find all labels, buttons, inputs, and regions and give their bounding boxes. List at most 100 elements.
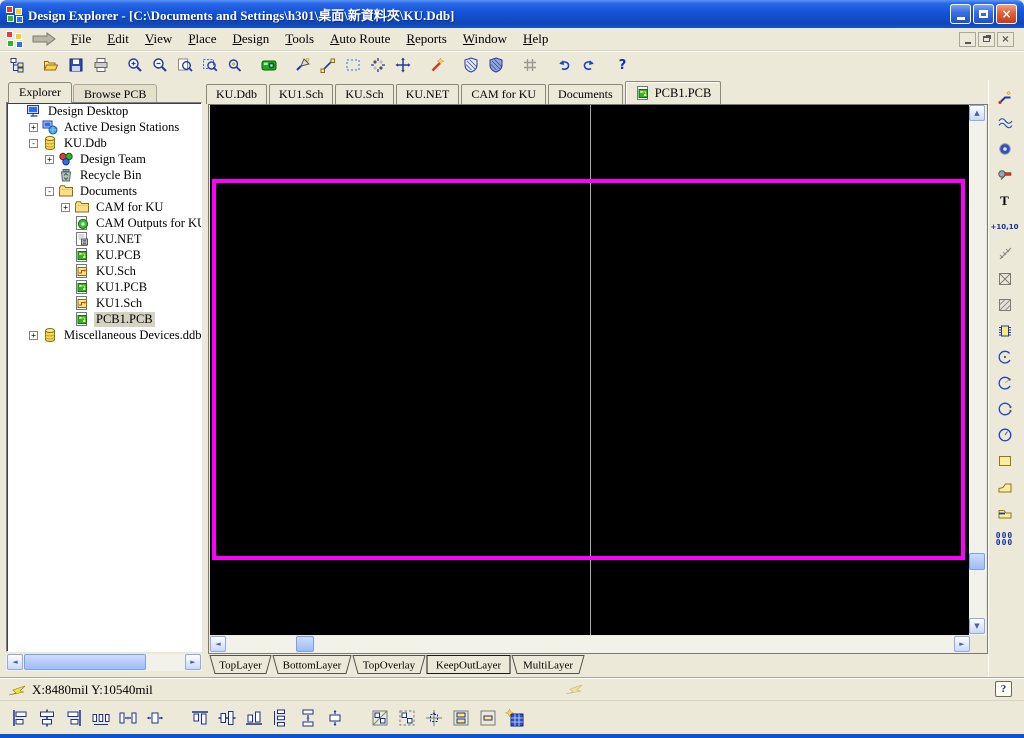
toggle-design-manager-button[interactable]	[5, 54, 28, 76]
polygon-draft-button[interactable]	[459, 54, 482, 76]
help-button[interactable]: ?	[611, 54, 634, 76]
zoom-area-button[interactable]	[198, 54, 221, 76]
explorer-horizontal-scrollbar[interactable]: ◄ ►	[6, 654, 202, 671]
document-tab-ku-ddb[interactable]: KU.Ddb	[206, 84, 267, 104]
menu-help[interactable]: Help	[515, 29, 556, 49]
single-component-placement-button[interactable]	[475, 705, 500, 731]
scroll-left-button[interactable]: ◄	[7, 654, 23, 670]
place-pad-button[interactable]	[992, 163, 1018, 187]
knife-button[interactable]	[291, 54, 314, 76]
open-document-button[interactable]	[39, 54, 62, 76]
place-arc-edge-button[interactable]	[992, 371, 1018, 395]
multiple-traces-button[interactable]	[992, 111, 1018, 135]
menu-window[interactable]: Window	[455, 29, 515, 49]
align-vertical-centers-button[interactable]	[214, 705, 239, 731]
tree-item-design-team[interactable]: + Design Team	[7, 151, 201, 167]
tree-item-active-design-stations[interactable]: + Active Design Stations	[7, 119, 201, 135]
tree-item-design-desktop[interactable]: Design Desktop	[7, 103, 201, 119]
place-dimension-button[interactable]	[992, 241, 1018, 265]
vertical-scrollbar[interactable]: ▲ ▼	[969, 105, 986, 635]
mdi-close-button[interactable]: ×	[997, 31, 1014, 47]
minimize-button[interactable]	[950, 4, 971, 24]
vertical-scroll-thumb[interactable]	[969, 553, 985, 570]
zoom-out-button[interactable]	[148, 54, 171, 76]
collapse-icon[interactable]: -	[29, 138, 38, 148]
tree-item-ku-ddb[interactable]: - KU.Ddb	[7, 135, 201, 151]
layer-tab-bottomlayer[interactable]: BottomLayer	[272, 655, 352, 674]
place-pad-array-button[interactable]: 000 000	[992, 527, 1018, 551]
move-object-button[interactable]	[391, 54, 414, 76]
place-coordinate-button[interactable]: +10,10	[991, 215, 1019, 239]
scroll-up-button[interactable]: ▲	[969, 105, 985, 121]
place-via-button[interactable]	[992, 137, 1018, 161]
tree-item-ku1-sch[interactable]: KU1.Sch	[7, 295, 201, 311]
snap-to-grid-button[interactable]	[421, 705, 446, 731]
select-area-button[interactable]	[341, 54, 364, 76]
expand-icon[interactable]: +	[29, 330, 38, 340]
layer-tab-toplayer[interactable]: TopLayer	[209, 655, 272, 674]
expand-icon[interactable]: +	[61, 202, 70, 212]
decrease-horizontal-spacing-button[interactable]	[115, 705, 140, 731]
zoom-in-button[interactable]	[123, 54, 146, 76]
place-arc-center-button[interactable]	[992, 345, 1018, 369]
scroll-down-button[interactable]: ▼	[969, 618, 985, 634]
tree-item-cam-for-ku[interactable]: + CAM for KU	[7, 199, 201, 215]
align-right-button[interactable]	[61, 705, 86, 731]
print-button[interactable]	[89, 54, 112, 76]
place-line-button[interactable]	[316, 54, 339, 76]
menu-place[interactable]: Place	[180, 29, 224, 49]
tree-item-miscellaneous-devices-ddb[interactable]: + Miscellaneous Devices.ddb	[7, 327, 201, 343]
wizard-button[interactable]	[425, 54, 448, 76]
place-string-button[interactable]: T	[992, 189, 1018, 213]
make-horizontal-spacing-equal-button[interactable]	[88, 705, 113, 731]
document-tab-pcb1-pcb[interactable]: PCB1.PCB	[624, 81, 722, 104]
place-split-plane-button[interactable]	[992, 501, 1018, 525]
tree-item-documents[interactable]: - Documents	[7, 183, 201, 199]
panel-tab-browse-pcb[interactable]: Browse PCB	[72, 84, 158, 103]
design-tree[interactable]: Design Desktop + Active Design Stations - KU…	[6, 102, 202, 652]
stack-components-button[interactable]	[448, 705, 473, 731]
tree-item-ku1-pcb[interactable]: KU1.PCB	[7, 279, 201, 295]
undo-button[interactable]	[552, 54, 575, 76]
expand-icon[interactable]: +	[45, 154, 54, 164]
layer-tab-multilayer[interactable]: MultiLayer	[511, 655, 585, 674]
menu-auto-route[interactable]: Auto Route	[322, 29, 398, 49]
zoom-document-button[interactable]	[173, 54, 196, 76]
menu-arrow-icon[interactable]	[31, 31, 57, 47]
tree-item-ku-net[interactable]: KU.NET	[7, 231, 201, 247]
keepout-board-outline[interactable]	[212, 179, 965, 560]
scroll-thumb[interactable]	[24, 654, 146, 670]
place-arc-any-angle-button[interactable]	[992, 397, 1018, 421]
menu-tools[interactable]: Tools	[277, 29, 322, 49]
maximize-button[interactable]	[973, 4, 994, 24]
arrange-outside-board-button[interactable]	[394, 705, 419, 731]
grid-button[interactable]	[518, 54, 541, 76]
tree-item-cam-outputs-for-ku[interactable]: CAM Outputs for KU	[7, 215, 201, 231]
polygon-final-button[interactable]	[484, 54, 507, 76]
close-button[interactable]: ×	[996, 4, 1017, 24]
decrease-vertical-spacing-button[interactable]	[295, 705, 320, 731]
scroll-right-button[interactable]: ►	[185, 654, 201, 670]
place-polygon-plane-button[interactable]	[992, 293, 1018, 317]
pcb-canvas[interactable]	[210, 105, 970, 635]
place-fill-button[interactable]	[992, 449, 1018, 473]
place-polygon-button[interactable]	[992, 475, 1018, 499]
document-tab-documents[interactable]: Documents	[548, 84, 623, 104]
interactive-routing-button[interactable]	[992, 85, 1018, 109]
cross-probe-button[interactable]	[257, 54, 280, 76]
menu-edit[interactable]: Edit	[99, 29, 137, 49]
tree-item-ku-pcb[interactable]: KU.PCB	[7, 247, 201, 263]
scroll-right-button[interactable]: ►	[954, 636, 970, 652]
align-left-button[interactable]	[7, 705, 32, 731]
expand-icon[interactable]: +	[29, 122, 38, 132]
align-top-button[interactable]	[187, 705, 212, 731]
document-tab-ku-net[interactable]: KU.NET	[395, 84, 460, 104]
document-tab-ku1-sch[interactable]: KU1.Sch	[269, 84, 334, 104]
scroll-left-button[interactable]: ◄	[210, 636, 226, 652]
redo-button[interactable]	[577, 54, 600, 76]
paste-array-button[interactable]	[502, 705, 527, 731]
mdi-restore-button[interactable]	[978, 31, 995, 47]
layer-tab-keepoutlayer[interactable]: KeepOutLayer	[426, 655, 511, 674]
layer-tab-topoverlay[interactable]: TopOverlay	[352, 655, 426, 674]
app-menu-icon[interactable]	[6, 30, 23, 48]
